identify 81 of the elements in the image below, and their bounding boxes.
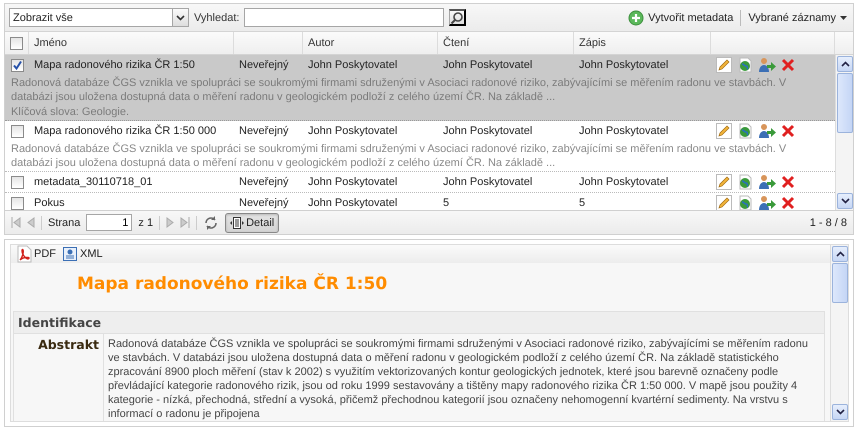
- checkbox[interactable]: [10, 58, 24, 72]
- field-label: Abstrakt: [14, 334, 104, 421]
- status-cell-text: Neveřejný: [238, 59, 290, 71]
- status-cell-text: Neveřejný: [238, 197, 290, 209]
- delete-icon[interactable]: [781, 124, 795, 138]
- record-count: 1 - 8 / 8: [810, 216, 847, 228]
- scroll-up-button[interactable]: [837, 56, 853, 72]
- checkbox[interactable]: [10, 124, 24, 138]
- table-row[interactable]: metadata_30110718_01 Neveřejný John Poskytovatel John Poskytovatel John Poskytovatel: [5, 172, 835, 193]
- column-header[interactable]: Zápis: [579, 37, 606, 49]
- record-keywords: Klíčová slova: Geologie.: [10, 105, 130, 120]
- xml-link[interactable]: XML: [62, 246, 103, 262]
- globe-icon[interactable]: [737, 57, 753, 73]
- search-button[interactable]: [449, 9, 466, 26]
- checkbox[interactable]: [10, 196, 24, 210]
- xml-icon: [62, 246, 78, 262]
- globe-icon[interactable]: [737, 195, 753, 210]
- section-heading: Identifikace: [14, 312, 824, 334]
- table-cell-text: John Poskytovatel: [578, 125, 670, 137]
- scrollbar-thumb[interactable]: [837, 73, 853, 133]
- table-cell-text: John Poskytovatel: [307, 176, 398, 188]
- scroll-down-button[interactable]: [832, 404, 848, 420]
- edit-icon[interactable]: [716, 195, 732, 210]
- record-title: Mapa radonového rizika ČR 1:50: [76, 272, 388, 296]
- table-cell-text: John Poskytovatel: [578, 176, 670, 188]
- create-metadata-button[interactable]: Vytvořit metadata: [626, 10, 736, 26]
- status-cell-text: Neveřejný: [238, 176, 290, 188]
- globe-icon[interactable]: [737, 123, 753, 139]
- checkbox[interactable]: [10, 176, 24, 188]
- user-arrow-icon[interactable]: [758, 123, 776, 139]
- scroll-up-button[interactable]: [832, 246, 848, 262]
- scroll-down-button[interactable]: [837, 193, 853, 209]
- checkbox[interactable]: [10, 36, 23, 50]
- record-description: Radonová databáze ČGS vznikla ve spolupráci se soukromými firmami sdruženými v Asociaci radonové riziko, zabývajícími se měřením radonu ve stavbách. V databázi jsou uložena dostupná data o měření radonu v geologickém podloží z celého území ČR. Na základě ...: [10, 141, 788, 171]
- record-name: metadata_30110718_01: [33, 176, 154, 188]
- filter-dropdown[interactable]: Zobrazit vše: [9, 8, 189, 27]
- column-header[interactable]: Čtení: [443, 37, 470, 49]
- caret-icon: [840, 16, 847, 20]
- table-cell-text: John Poskytovatel: [307, 125, 398, 137]
- record-name: Mapa radonového rizika ČR 1:50 000: [33, 125, 218, 137]
- document-icon: [230, 216, 244, 230]
- record-description: Radonová databáze ČGS vznikla ve spolupráci se soukromými firmami sdruženými v Asociaci radonové riziko, zabývajícími se měřením radonu ve stavbách. V databázi jsou uložena dostupná data o měření radonu v geologickém podloží z celého území ČR. Na základě ...: [10, 75, 788, 105]
- edit-icon[interactable]: [716, 123, 732, 139]
- table-cell-text: 5: [578, 197, 586, 209]
- scrollbar-thumb[interactable]: [832, 263, 848, 303]
- column-header[interactable]: Autor: [308, 37, 334, 49]
- table-cell-text: John Poskytovatel: [442, 176, 534, 188]
- record-name: Pokus: [33, 197, 66, 209]
- scrollbar[interactable]: [835, 55, 853, 210]
- globe-icon[interactable]: [737, 174, 753, 190]
- table-cell-text: John Poskytovatel: [442, 125, 534, 137]
- edit-icon[interactable]: [716, 57, 732, 73]
- refresh-icon[interactable]: [203, 214, 220, 230]
- page-field[interactable]: 1: [86, 214, 132, 231]
- detail-button[interactable]: Detail: [225, 212, 280, 232]
- column-header[interactable]: Jméno: [34, 37, 68, 49]
- table-cell-text: 5: [442, 197, 450, 209]
- search-field[interactable]: [244, 8, 444, 27]
- delete-icon[interactable]: [781, 58, 795, 72]
- record-name: Mapa radonového rizika ČR 1:50: [33, 59, 196, 71]
- table-row[interactable]: [5, 121, 835, 172]
- field-value: Radonová databáze ČGS vznikla ve spolupráci se soukromými firmami sdruženými v Asociaci radonové riziko, zabývajícími se měřením radonu ve stavbách. V databázi jsou uložena dostupná data o měření radonu v geologickém podloží z celého území ČR. Na základě statistického zpracování 8900 ploch měření (stav k 2002) s využitím vektorizovaných kontur geologických jednotek, které jsou barevně označeny podle převládající kategorie radonového rizik, jsou od roku 1999 sestavovány a tištěny mapy radonového rizika ČR 1:50 000. V mapě jsou použity 4 kategorie - nízká, přechodná, střední a vysoká, přičemž přechodnou kategorií jsou označeny nehomogenní kvartérní sedimenty. Na vrstvu s informací o radonu je připojena: [107, 336, 810, 421]
- table-cell-text: John Poskytovatel: [442, 59, 534, 71]
- pdf-link[interactable]: PDF: [16, 245, 56, 263]
- search-icon: [450, 10, 464, 24]
- page-label: Strana: [48, 216, 80, 228]
- search-label: Vyhledat:: [194, 12, 240, 24]
- user-arrow-icon[interactable]: [758, 57, 776, 73]
- table-cell-text: John Poskytovatel: [307, 59, 398, 71]
- delete-icon[interactable]: [781, 175, 795, 189]
- scrollbar[interactable]: [830, 245, 848, 421]
- plus-icon: [628, 10, 644, 26]
- user-arrow-icon[interactable]: [758, 195, 776, 210]
- table-cell-text: John Poskytovatel: [578, 59, 670, 71]
- delete-icon[interactable]: [781, 196, 795, 210]
- status-cell-text: Neveřejný: [238, 125, 290, 137]
- table-cell-text: John Poskytovatel: [307, 197, 398, 209]
- page-count: z 1: [138, 216, 154, 228]
- edit-icon[interactable]: [716, 174, 732, 190]
- selected-records-menu[interactable]: Vybrané záznamy: [746, 12, 849, 24]
- user-arrow-icon[interactable]: [758, 174, 776, 190]
